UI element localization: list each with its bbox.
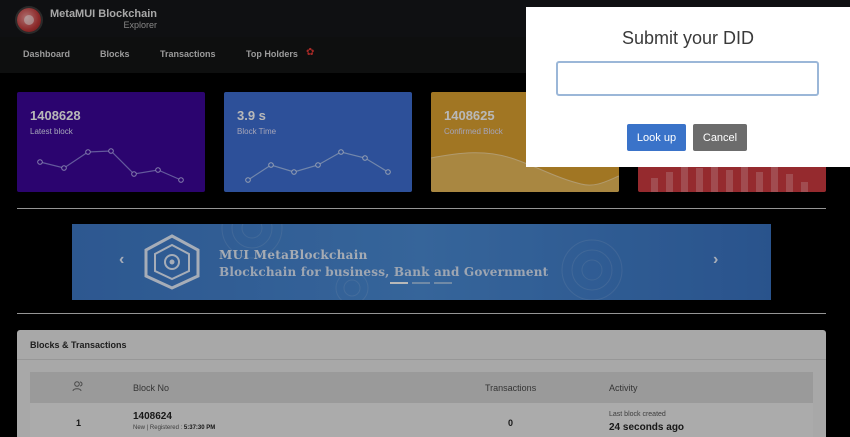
banner-subtitle: Blockchain for business, Bank and Govern… bbox=[219, 265, 549, 279]
row-activity-label: Last block created bbox=[609, 411, 666, 418]
lookup-button[interactable]: Look up bbox=[627, 124, 686, 151]
col-transactions[interactable]: Transactions bbox=[485, 383, 536, 393]
users-icon bbox=[72, 380, 84, 394]
row-status: New | Registered : bbox=[133, 425, 183, 431]
carousel-dot[interactable] bbox=[434, 282, 452, 284]
nav-transactions[interactable]: Transactions bbox=[160, 49, 216, 59]
divider bbox=[17, 208, 826, 209]
card-label: Block Time bbox=[237, 127, 277, 136]
card-value: 1408625 bbox=[444, 108, 495, 123]
row-activity-value: 24 seconds ago bbox=[609, 422, 685, 433]
panel-title: Blocks & Transactions bbox=[30, 340, 127, 350]
table-row[interactable]: 1 1408624 New | Registered : 5:37:30 PM … bbox=[30, 403, 813, 437]
card-value: 3.9 s bbox=[237, 108, 266, 123]
carousel-dot[interactable] bbox=[390, 282, 408, 284]
submit-did-modal: Submit your DID Look up Cancel bbox=[526, 7, 850, 167]
brand[interactable]: MetaMUI Blockchain Explorer bbox=[50, 9, 157, 30]
app-title: MetaMUI Blockchain bbox=[50, 8, 157, 20]
card-block-time[interactable]: 3.9 s Block Time bbox=[224, 92, 412, 192]
fire-icon: ✿ bbox=[306, 47, 315, 58]
promo-banner: ‹ › MUI MetaBlockchain Blockchain for bu… bbox=[72, 224, 771, 300]
card-label: Confirmed Block bbox=[444, 127, 503, 136]
col-block-no[interactable]: Block No bbox=[133, 383, 169, 393]
did-input[interactable] bbox=[556, 61, 819, 96]
panel-divider bbox=[17, 359, 826, 360]
row-meta: New | Registered : 5:37:30 PM bbox=[133, 425, 215, 431]
banner-title: MUI MetaBlockchain bbox=[219, 248, 368, 262]
carousel-indicators bbox=[390, 282, 452, 284]
modal-title: Submit your DID bbox=[621, 28, 755, 48]
chevron-left-icon[interactable]: ‹ bbox=[119, 251, 124, 269]
nav-dashboard[interactable]: Dashboard bbox=[23, 49, 70, 59]
mui-hexagon-logo bbox=[142, 234, 202, 290]
card-label: Latest block bbox=[30, 127, 73, 136]
card-value: 1408628 bbox=[30, 108, 81, 123]
cancel-button[interactable]: Cancel bbox=[693, 124, 747, 151]
col-activity[interactable]: Activity bbox=[609, 383, 638, 393]
chevron-right-icon[interactable]: › bbox=[713, 251, 718, 269]
blocks-transactions-panel: Blocks & Transactions Block No Transacti… bbox=[17, 330, 826, 437]
row-index: 1 bbox=[76, 418, 82, 428]
app-subtitle: Explorer bbox=[123, 20, 157, 30]
latest-block-sparkline bbox=[37, 148, 184, 183]
nav-blocks[interactable]: Blocks bbox=[100, 49, 130, 59]
explorer-page: MetaMUI Blockchain Explorer Dashboard Bl… bbox=[0, 0, 850, 437]
row-block-no[interactable]: 1408624 bbox=[133, 411, 172, 422]
card-latest-block[interactable]: 1408628 Latest block bbox=[17, 92, 205, 192]
app-logo[interactable] bbox=[17, 8, 41, 32]
carousel-dot[interactable] bbox=[412, 282, 430, 284]
table-header: Block No Transactions Activity bbox=[30, 372, 813, 403]
block-time-sparkline bbox=[245, 149, 391, 183]
row-transactions: 0 bbox=[508, 418, 514, 428]
divider bbox=[17, 313, 826, 314]
nav-top-holders[interactable]: Top Holders bbox=[246, 49, 298, 59]
row-time: 5:37:30 PM bbox=[183, 425, 216, 431]
